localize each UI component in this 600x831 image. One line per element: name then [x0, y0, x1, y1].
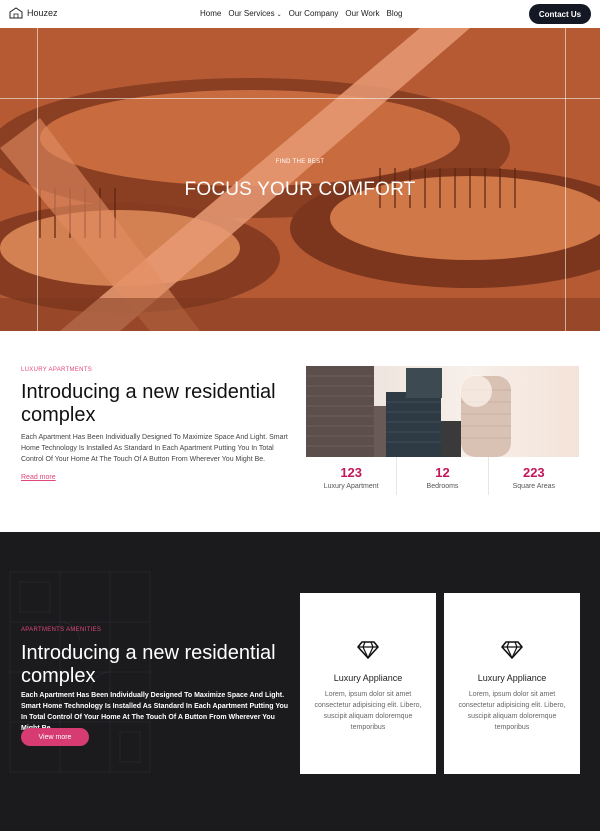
chevron-down-icon: ⌄ [276, 12, 282, 18]
city-skyline-image [306, 366, 579, 457]
stat-label: Bedrooms [426, 483, 459, 490]
read-more-link[interactable]: Read more [21, 474, 56, 481]
stat-value: 223 [522, 465, 545, 480]
amenities-eyebrow: APARTMENTS AMENITIES [21, 627, 102, 633]
hero-title: FOCUS YOUR COMFORT [184, 179, 416, 200]
amenity-card[interactable]: Luxury Appliance Lorem, ipsum dolor sit … [300, 593, 436, 774]
hero-subtitle: FIND THE BEST [275, 159, 325, 165]
stat-value: 123 [340, 465, 363, 480]
nav-item-our-services[interactable]: Our Services ⌄ [228, 9, 281, 18]
stat-value: 12 [435, 465, 450, 480]
diamond-icon [357, 641, 379, 659]
amenity-card-body: Lorem, ipsum dolor sit amet consectetur … [314, 691, 422, 731]
nav-item-our-company[interactable]: Our Company [289, 9, 339, 18]
amenities-title: Introducing a new residential complex [21, 642, 276, 687]
grid-line [0, 98, 600, 99]
intro-description: Each Apartment Has Been Individually Des… [21, 434, 288, 463]
view-more-button[interactable]: View more [21, 728, 89, 746]
stat-item: 223 Square Areas [489, 457, 579, 495]
intro-eyebrow: LUXURY APARTMENTS [21, 367, 93, 373]
brand-logo[interactable]: Houzez [9, 7, 58, 19]
amenities-section: APARTMENTS AMENITIES Introducing a new r… [0, 532, 600, 831]
amenity-card-body: Lorem, ipsum dolor sit amet consectetur … [458, 691, 566, 731]
house-icon [9, 7, 23, 19]
stat-item: 123 Luxury Apartment [306, 457, 398, 495]
nav-item-our-work[interactable]: Our Work [345, 9, 379, 18]
intro-title: Introducing a new residential complex [21, 381, 276, 426]
nav-item-blog[interactable]: Blog [386, 9, 402, 18]
brand-name: Houzez [27, 8, 58, 18]
amenity-card-title: Luxury Appliance [477, 673, 547, 683]
amenity-card[interactable]: Luxury Appliance Lorem, ipsum dolor sit … [444, 593, 580, 774]
diamond-icon [501, 641, 523, 659]
nav-item-our-services-label: Our Services [228, 9, 275, 18]
top-navbar: Houzez Home Our Services ⌄ Our Company Ou… [0, 0, 600, 28]
main-menu: Home Our Services ⌄ Our Company Our Work … [200, 9, 403, 18]
contact-us-button[interactable]: Contact Us [529, 4, 591, 24]
stat-label: Square Areas [512, 483, 556, 490]
stat-item: 12 Bedrooms [397, 457, 489, 495]
stats-row: 123 Luxury Apartment 12 Bedrooms 223 Squ… [306, 457, 579, 495]
nav-item-home[interactable]: Home [200, 9, 221, 18]
hero-banner: FIND THE BEST FOCUS YOUR COMFORT [0, 28, 600, 331]
amenity-card-title: Luxury Appliance [333, 673, 403, 683]
stat-label: Luxury Apartment [323, 483, 379, 490]
